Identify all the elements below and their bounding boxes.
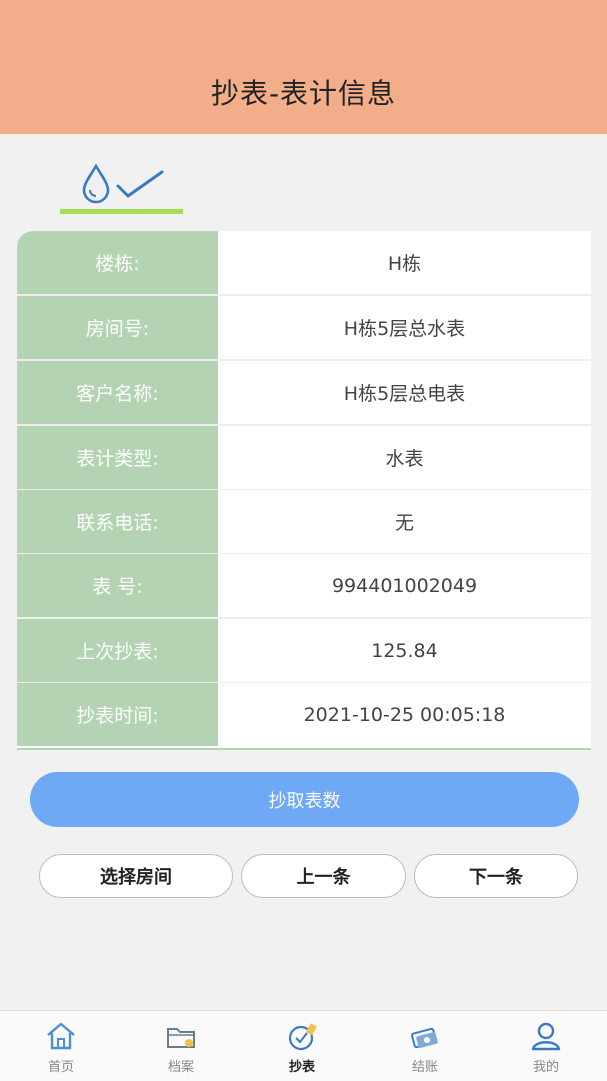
row-building: 楼栋: H栋 [17,231,591,296]
active-tab-underline [60,209,183,214]
tab-label-mine: 我的 [532,1060,559,1075]
row-phone: 联系电话: 无 [17,490,591,555]
tab-label-meter-reading: 抄表 [288,1060,315,1075]
row-last-reading: 上次抄表: 125.84 [17,619,591,684]
tab-label-checkout: 结账 [411,1060,438,1075]
value-reading-time: 2021-10-25 00:05:18 [218,683,591,746]
row-customer-name: 客户名称: H栋5层总电表 [17,361,591,426]
label-customer-name: 客户名称: [17,361,218,424]
water-drop-check-icon [82,163,164,204]
row-reading-time: 抄表时间: 2021-10-25 00:05:18 [17,683,591,746]
meter-icon [288,1023,317,1051]
value-building: H栋 [218,231,591,294]
app-header: 抄表-表计信息 [0,0,607,134]
tab-mine[interactable]: 我的 [506,1011,586,1081]
previous-button[interactable]: 上一条 [241,854,406,898]
next-button[interactable]: 下一条 [414,854,578,898]
row-meter-type: 表计类型: 水表 [17,426,591,491]
label-reading-time: 抄表时间: [17,683,218,746]
read-meter-button[interactable]: 抄取表数 [30,772,579,827]
tab-home[interactable]: 首页 [21,1011,101,1081]
meter-tab[interactable] [60,156,183,214]
row-meter-number: 表 号: 994401002049 [17,554,591,619]
tab-label-home: 首页 [47,1060,74,1075]
row-room-number: 房间号: H栋5层总水表 [17,296,591,361]
user-icon [531,1022,561,1051]
value-meter-type: 水表 [218,426,591,489]
label-meter-type: 表计类型: [17,426,218,489]
label-meter-number: 表 号: [17,554,218,617]
label-phone: 联系电话: [17,490,218,553]
value-customer-name: H栋5层总电表 [218,361,591,424]
bottom-tab-bar: 首页 档案 抄表 结账 我的 [0,1010,607,1081]
tab-label-archive: 档案 [167,1060,194,1075]
tab-archive[interactable]: 档案 [141,1011,221,1081]
home-icon [47,1022,75,1050]
label-last-reading: 上次抄表: [17,619,218,682]
folder-icon [167,1028,195,1048]
page-title: 抄表-表计信息 [210,77,397,110]
meter-info-table: 楼栋: H栋 房间号: H栋5层总水表 客户名称: H栋5层总电表 表计类型: … [17,231,591,750]
label-room-number: 房间号: [17,296,218,359]
value-meter-number: 994401002049 [218,554,591,617]
tab-meter-reading[interactable]: 抄表 [262,1011,342,1081]
money-icon [411,1027,438,1049]
select-room-button[interactable]: 选择房间 [39,854,233,898]
tab-checkout[interactable]: 结账 [385,1011,465,1081]
value-room-number: H栋5层总水表 [218,296,591,359]
value-phone: 无 [218,490,591,553]
label-building: 楼栋: [17,231,218,294]
value-last-reading: 125.84 [218,619,591,682]
